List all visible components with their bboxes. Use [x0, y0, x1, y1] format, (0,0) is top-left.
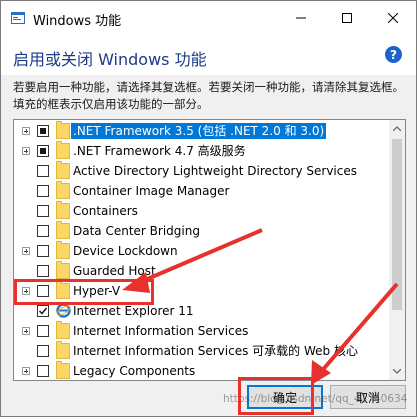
features-tree[interactable]: .NET Framework 3.5 (包括 .NET 2.0 和 3.0) .N…: [13, 119, 406, 381]
feature-row[interactable]: Container Image Manager: [14, 181, 390, 201]
expand-icon[interactable]: [22, 147, 30, 155]
folder-icon: [56, 281, 70, 299]
feature-label[interactable]: Active Directory Lightweight Directory S…: [71, 163, 359, 179]
minimize-icon: [296, 17, 306, 19]
expand-icon[interactable]: [22, 247, 30, 255]
maximize-button[interactable]: [324, 1, 370, 35]
help-icon[interactable]: ?: [385, 46, 402, 63]
expand-icon[interactable]: [22, 327, 30, 335]
expand-icon[interactable]: [22, 287, 30, 295]
feature-label[interactable]: Container Image Manager: [71, 183, 231, 199]
feature-checkbox[interactable]: [37, 225, 49, 237]
folder-icon: [56, 341, 70, 359]
feature-label[interactable]: Device Lockdown: [71, 243, 180, 259]
feature-label[interactable]: .NET Framework 3.5 (包括 .NET 2.0 和 3.0): [71, 123, 327, 139]
feature-checkbox[interactable]: [37, 305, 49, 317]
folder-icon: [56, 321, 70, 339]
close-icon: [388, 13, 398, 23]
feature-checkbox[interactable]: [37, 365, 49, 377]
feature-row[interactable]: Internet Information Services: [14, 321, 390, 341]
expand-icon[interactable]: [22, 127, 30, 135]
folder-icon: [56, 241, 70, 259]
feature-row[interactable]: Containers: [14, 201, 390, 221]
feature-row[interactable]: Internet Information Services 可承载的 Web 核…: [14, 341, 390, 361]
windows-features-dialog: Windows 功能 启用或关闭 Windows 功能 ? 若要启用一种功能，请…: [0, 0, 417, 417]
scroll-down-button[interactable]: [389, 363, 405, 380]
folder-icon: [56, 261, 70, 279]
folder-icon: [56, 201, 70, 219]
chevron-up-icon: [393, 126, 401, 131]
feature-label[interactable]: Guarded Host: [71, 263, 158, 279]
window-app-icon: [11, 12, 25, 24]
feature-label[interactable]: Internet Explorer 11: [71, 303, 196, 319]
feature-checkbox[interactable]: [37, 125, 49, 137]
feature-label[interactable]: Legacy Components: [71, 363, 197, 379]
folder-icon: [56, 121, 70, 139]
feature-label[interactable]: Data Center Bridging: [71, 223, 202, 239]
checkmark-icon: [38, 307, 48, 315]
folder-icon: [56, 181, 70, 199]
feature-checkbox[interactable]: [37, 145, 49, 157]
folder-icon: [56, 141, 70, 159]
window-title: Windows 功能: [33, 14, 122, 29]
minimize-button[interactable]: [278, 1, 324, 35]
feature-row[interactable]: Internet Explorer 11: [14, 301, 390, 321]
feature-label[interactable]: .NET Framework 4.7 高级服务: [71, 143, 248, 159]
feature-row[interactable]: .NET Framework 4.7 高级服务: [14, 141, 390, 161]
feature-row[interactable]: Hyper-V: [14, 281, 390, 301]
feature-checkbox[interactable]: [37, 345, 49, 357]
scroll-thumb[interactable]: [392, 139, 402, 310]
feature-row[interactable]: Active Directory Lightweight Directory S…: [14, 161, 390, 181]
feature-row[interactable]: Guarded Host: [14, 261, 390, 281]
feature-row[interactable]: .NET Framework 3.5 (包括 .NET 2.0 和 3.0): [14, 121, 390, 141]
title-bar[interactable]: Windows 功能: [1, 1, 416, 35]
chevron-down-icon: [393, 369, 401, 374]
dialog-header: 启用或关闭 Windows 功能 ?: [1, 35, 416, 75]
feature-row[interactable]: Data Center Bridging: [14, 221, 390, 241]
scroll-up-button[interactable]: [389, 120, 405, 137]
expand-icon[interactable]: [22, 367, 30, 375]
feature-checkbox[interactable]: [37, 245, 49, 257]
feature-checkbox[interactable]: [37, 165, 49, 177]
cancel-button[interactable]: 取消: [330, 385, 406, 409]
dialog-heading: 启用或关闭 Windows 功能: [13, 50, 207, 69]
feature-checkbox[interactable]: [37, 285, 49, 297]
feature-row[interactable]: Legacy Components: [14, 361, 390, 380]
feature-checkbox[interactable]: [37, 185, 49, 197]
feature-label[interactable]: Hyper-V: [71, 283, 122, 299]
internet-explorer-icon: [56, 303, 71, 318]
dialog-description: 若要启用一种功能，请选择其复选框。若要关闭一种功能，请清除其复选框。填充的框表示…: [13, 80, 404, 111]
feature-checkbox[interactable]: [37, 265, 49, 277]
feature-checkbox[interactable]: [37, 325, 49, 337]
ok-button[interactable]: 确定: [247, 385, 323, 409]
vertical-scrollbar[interactable]: [389, 120, 405, 380]
feature-checkbox[interactable]: [37, 205, 49, 217]
folder-icon: [56, 361, 70, 379]
feature-row[interactable]: Device Lockdown: [14, 241, 390, 261]
folder-icon: [56, 221, 70, 239]
maximize-icon: [342, 13, 352, 23]
folder-icon: [56, 161, 70, 179]
feature-label[interactable]: Containers: [71, 203, 140, 219]
feature-label[interactable]: Internet Information Services: [71, 323, 250, 339]
close-button[interactable]: [370, 1, 416, 35]
feature-label[interactable]: Internet Information Services 可承载的 Web 核…: [71, 343, 360, 359]
